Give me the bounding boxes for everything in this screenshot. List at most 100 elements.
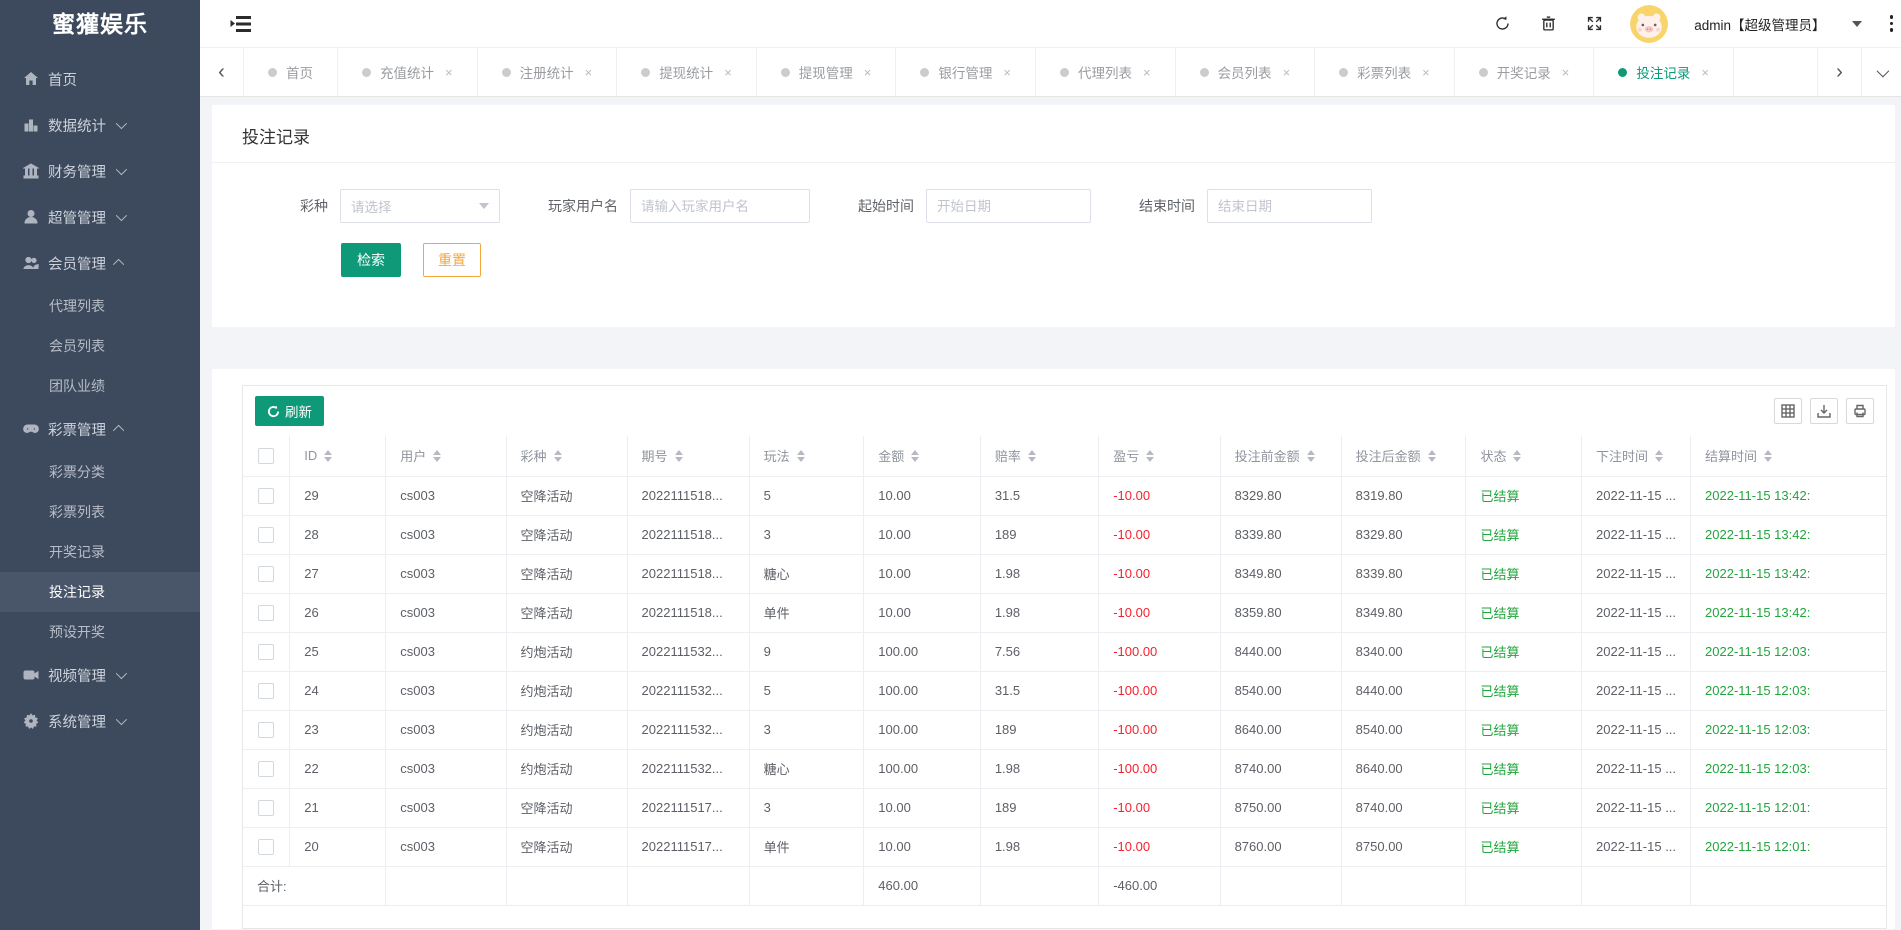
row-checkbox[interactable]	[258, 722, 274, 738]
select-all-checkbox[interactable]	[258, 448, 274, 464]
user-menu-caret-icon[interactable]	[1852, 21, 1862, 27]
sidebar-item-finance[interactable]: 财务管理	[0, 148, 200, 194]
sidebar-collapse-icon[interactable]	[230, 15, 252, 33]
end-date-input[interactable]	[1207, 189, 1372, 223]
tabs-options-icon[interactable]	[1861, 48, 1901, 96]
row-checkbox[interactable]	[258, 605, 274, 621]
user-name[interactable]: admin【超级管理员】	[1694, 14, 1825, 34]
lottery-type-select[interactable]: 请选择	[340, 189, 500, 223]
columns-grid-icon[interactable]	[1774, 398, 1802, 424]
tab-注册统计[interactable]: 注册统计×	[478, 48, 618, 96]
column-header-settle_time[interactable]: 结算时间	[1691, 436, 1886, 476]
row-checkbox[interactable]	[258, 527, 274, 543]
tab-开奖记录[interactable]: 开奖记录×	[1455, 48, 1595, 96]
row-checkbox[interactable]	[258, 566, 274, 582]
tab-代理列表[interactable]: 代理列表×	[1036, 48, 1176, 96]
tab-close-icon[interactable]: ×	[1143, 65, 1151, 80]
cell-bet_time: 2022-11-15 ...	[1582, 593, 1691, 632]
sidebar-item-data-stats[interactable]: 数据统计	[0, 102, 200, 148]
tab-会员列表[interactable]: 会员列表×	[1176, 48, 1316, 96]
tab-close-icon[interactable]: ×	[864, 65, 872, 80]
player-username-input[interactable]	[630, 189, 810, 223]
tab-提现统计[interactable]: 提现统计×	[617, 48, 757, 96]
column-header-user[interactable]: 用户	[386, 436, 506, 476]
tab-充值统计[interactable]: 充值统计×	[338, 48, 478, 96]
refresh-table-button[interactable]: 刷新	[255, 396, 324, 426]
sort-icon[interactable]	[324, 450, 332, 462]
sidebar-subitem-lottery-category[interactable]: 彩票分类	[0, 452, 200, 492]
column-header-issue[interactable]: 期号	[627, 436, 749, 476]
user-avatar[interactable]	[1630, 5, 1668, 43]
sort-icon[interactable]	[1655, 450, 1663, 462]
row-checkbox[interactable]	[258, 761, 274, 777]
tab-close-icon[interactable]: ×	[1422, 65, 1430, 80]
start-date-input[interactable]	[926, 189, 1091, 223]
row-checkbox[interactable]	[258, 644, 274, 660]
fullscreen-icon[interactable]	[1584, 14, 1604, 34]
sidebar-item-super-admin[interactable]: 超管管理	[0, 194, 200, 240]
tab-彩票列表[interactable]: 彩票列表×	[1315, 48, 1455, 96]
more-menu-icon[interactable]	[1888, 13, 1896, 34]
sidebar-item-video[interactable]: 视频管理	[0, 652, 200, 698]
tab-close-icon[interactable]: ×	[1562, 65, 1570, 80]
row-checkbox[interactable]	[258, 800, 274, 816]
tab-close-icon[interactable]: ×	[585, 65, 593, 80]
tab-close-icon[interactable]: ×	[1283, 65, 1291, 80]
tabs-scroll-left-icon[interactable]: ‹	[200, 48, 244, 96]
cell-id: 20	[290, 827, 386, 866]
tabs-scroll-right-icon[interactable]: ›	[1817, 48, 1861, 96]
sort-icon[interactable]	[433, 450, 441, 462]
sidebar-subitem-team-performance[interactable]: 团队业绩	[0, 366, 200, 406]
tab-投注记录[interactable]: 投注记录×	[1594, 48, 1734, 96]
sidebar-subitem-bet-records[interactable]: 投注记录	[0, 572, 200, 612]
sidebar-subitem-agent-list[interactable]: 代理列表	[0, 286, 200, 326]
row-checkbox[interactable]	[258, 683, 274, 699]
row-checkbox[interactable]	[258, 839, 274, 855]
column-header-after_amount[interactable]: 投注后金额	[1341, 436, 1466, 476]
trash-icon[interactable]	[1538, 14, 1558, 34]
sidebar-subitem-draw-records[interactable]: 开奖记录	[0, 532, 200, 572]
export-icon[interactable]	[1810, 398, 1838, 424]
column-header-id[interactable]: ID	[290, 436, 386, 476]
sidebar-subitem-member-list[interactable]: 会员列表	[0, 326, 200, 366]
tab-银行管理[interactable]: 银行管理×	[896, 48, 1036, 96]
column-header-bet_time[interactable]: 下注时间	[1582, 436, 1691, 476]
column-header-lottery[interactable]: 彩种	[506, 436, 627, 476]
cell-odds: 7.56	[980, 632, 1098, 671]
sort-icon[interactable]	[797, 450, 805, 462]
sort-icon[interactable]	[675, 450, 683, 462]
column-header-odds[interactable]: 赔率	[980, 436, 1098, 476]
sort-icon[interactable]	[1307, 450, 1315, 462]
tab-close-icon[interactable]: ×	[724, 65, 732, 80]
sidebar-subitem-preset-draw[interactable]: 预设开奖	[0, 612, 200, 652]
sort-icon[interactable]	[554, 450, 562, 462]
sort-icon[interactable]	[1028, 450, 1036, 462]
sidebar-item-home[interactable]: 首页	[0, 56, 200, 102]
sort-icon[interactable]	[1428, 450, 1436, 462]
print-icon[interactable]	[1846, 398, 1874, 424]
tab-首页[interactable]: 首页	[244, 48, 338, 96]
sort-icon[interactable]	[911, 450, 919, 462]
reset-button[interactable]: 重置	[423, 243, 481, 277]
sidebar-item-members[interactable]: 会员管理	[0, 240, 200, 286]
column-header-play[interactable]: 玩法	[749, 436, 864, 476]
sort-icon[interactable]	[1513, 450, 1521, 462]
search-button[interactable]: 检索	[341, 243, 401, 277]
column-header-status[interactable]: 状态	[1466, 436, 1582, 476]
tab-提现管理[interactable]: 提现管理×	[757, 48, 897, 96]
sidebar-subitem-lottery-list[interactable]: 彩票列表	[0, 492, 200, 532]
sidebar-item-lottery[interactable]: 彩票管理	[0, 406, 200, 452]
tab-close-icon[interactable]: ×	[1701, 65, 1709, 80]
tab-close-icon[interactable]: ×	[1003, 65, 1011, 80]
sort-icon[interactable]	[1764, 450, 1772, 462]
sidebar-item-system[interactable]: 系统管理	[0, 698, 200, 744]
row-checkbox[interactable]	[258, 488, 274, 504]
column-header-profit[interactable]: 盈亏	[1099, 436, 1220, 476]
refresh-icon[interactable]	[1492, 14, 1512, 34]
tab-dot-icon	[1479, 68, 1488, 77]
sidebar-subitem-label: 团队业绩	[49, 378, 105, 394]
sort-icon[interactable]	[1146, 450, 1154, 462]
column-header-amount[interactable]: 金额	[864, 436, 981, 476]
column-header-before_amount[interactable]: 投注前金额	[1220, 436, 1341, 476]
tab-close-icon[interactable]: ×	[445, 65, 453, 80]
